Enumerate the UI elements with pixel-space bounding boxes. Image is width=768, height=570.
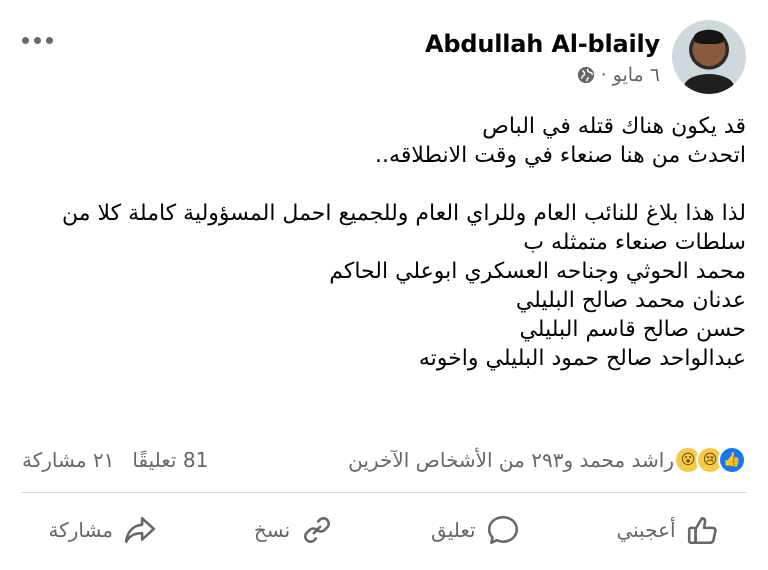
post-line: حسن صالح قاسم البليلي: [519, 317, 746, 342]
comment-label: تعليق: [431, 518, 476, 542]
copy-link-button[interactable]: نسخ: [254, 513, 334, 547]
reactions-group[interactable]: 😮 😢 👍 راشد محمد و٢٩٣ من الأشخاص الآخرين: [348, 446, 746, 474]
more-options-button[interactable]: [22, 30, 62, 50]
comment-icon: [487, 515, 518, 545]
like-reaction-icon: 👍: [718, 446, 746, 474]
more-options-icon: [22, 36, 29, 44]
comments-count[interactable]: 81 تعليقًا: [132, 448, 208, 472]
share-icon: [124, 517, 156, 543]
reactors-text[interactable]: راشد محمد و٢٩٣ من الأشخاص الآخرين: [348, 448, 674, 472]
post-text: قد يكون هناك قتله في الباص اتحدث من هنا …: [20, 112, 746, 373]
thumbs-up-icon: [687, 517, 717, 545]
post-line: سلطات صنعاء متمثله ب: [523, 230, 746, 255]
comment-button[interactable]: تعليق: [431, 513, 520, 547]
engagement-counts: 81 تعليقًا ٢١ مشاركة: [22, 448, 208, 472]
shares-count[interactable]: ٢١ مشاركة: [22, 448, 114, 472]
share-label: مشاركة: [48, 518, 114, 542]
link-icon: [304, 517, 331, 543]
divider: [22, 492, 746, 493]
post-line: قد يكون هناك قتله في الباص: [482, 114, 746, 139]
reaction-icons: 😮 😢 👍: [674, 446, 746, 474]
post-line: لذا هذا بلاغ للنائب العام وللراي العام و…: [62, 201, 746, 226]
action-bar: أعجبني تعليق نسخ مشاركة: [0, 500, 768, 560]
like-label: أعجبني: [616, 518, 676, 542]
reactions-summary: 😮 😢 👍 راشد محمد و٢٩٣ من الأشخاص الآخرين …: [22, 443, 746, 477]
like-button[interactable]: أعجبني: [616, 513, 719, 547]
globe-icon: [577, 66, 594, 84]
post-line: محمد الحوثي وجناحه العسكري ابوعلي الحاكم: [329, 259, 746, 284]
post-line: عدنان محمد صالح البليلي: [515, 288, 746, 313]
post-date[interactable]: ٦ مايو ·: [601, 64, 660, 86]
avatar[interactable]: [672, 20, 746, 94]
author-name[interactable]: Abdullah Al-blaily: [425, 30, 660, 58]
post-meta: ٦ مايو ·: [577, 64, 660, 86]
copy-label: نسخ: [253, 518, 291, 542]
share-button[interactable]: مشاركة: [48, 513, 157, 547]
post-line: اتحدث من هنا صنعاء في وقت الانطلاقه..: [375, 143, 746, 168]
post-line: عبدالواحد صالح حمود البليلي واخوته: [418, 346, 746, 371]
